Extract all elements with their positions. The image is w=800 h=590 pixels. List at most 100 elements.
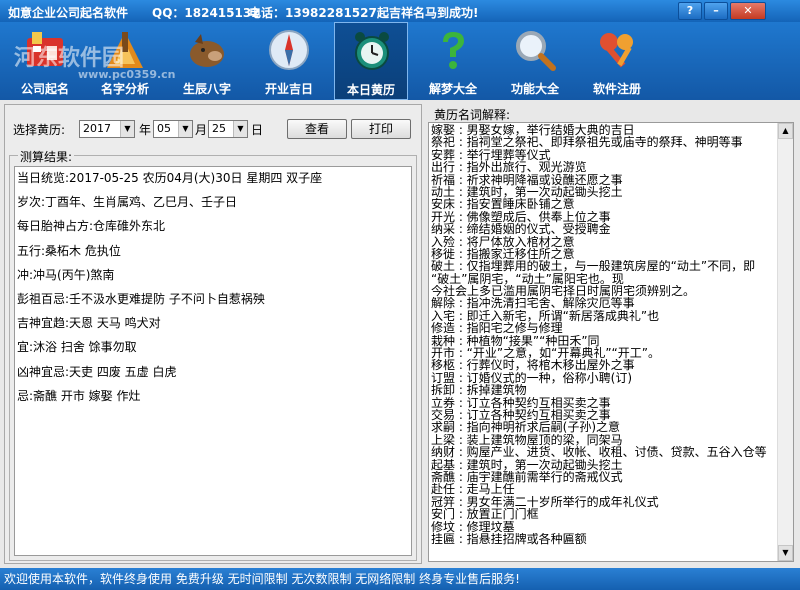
glossary-list: 嫁娶 : 男娶女嫁，举行结婚大典的吉日 祭祀 : 指祠堂之祭祀、即拜祭祖先或庙寺的…	[431, 124, 776, 545]
glossary-line: 安床 : 指安置睡床卧铺之意	[431, 198, 575, 211]
glossary-line: 挂匾 : 指悬挂招牌或各种匾额	[431, 532, 587, 546]
result-line: 当日统览:2017-05-25 农历04月(大)30日 星期四 双子座	[17, 171, 323, 185]
glossary-line: 移徙 : 指搬家迁移住所之意	[431, 247, 575, 261]
month-value: 05	[157, 122, 171, 135]
glossary-title: 黄历名词解释:	[434, 108, 511, 122]
keys-icon	[600, 33, 633, 68]
left-panel: 选择黄历: 2017 ▼ 年 05 ▼ 月 25 ▼ 日 查看 打印 测算结果:…	[4, 104, 422, 564]
tool-birth-chart[interactable]: 生辰八字	[170, 22, 244, 100]
main-toolbar: 公司起名 名字分析 生辰八字 开业吉日 本日黄历 解梦大全 功能大全 软件注册 …	[0, 22, 800, 100]
year-unit: 年	[139, 123, 152, 137]
magnifier-icon	[516, 31, 556, 71]
glossary-line: 移柩 : 行葬仪时，将棺木移出屋外之事	[431, 359, 635, 372]
day-select[interactable]: 25 ▼	[208, 120, 248, 138]
glossary-line: 赴任 : 走马上任	[431, 483, 515, 496]
help-icon: ?	[686, 4, 694, 17]
glossary-line: 求嗣 : 指向神明祈求后嗣(子孙)之意	[431, 421, 621, 434]
result-group: 测算结果: 当日统览:2017-05-25 农历04月(大)30日 星期四 双子…	[9, 148, 417, 561]
chevron-down-icon: ▼	[233, 121, 247, 137]
title-bar: 如意企业公司起名软件 QQ：182415132 电话：13982281527 起…	[0, 0, 800, 22]
glossary-line: 动土 : 建筑时，第一次动起锄头挖土	[431, 185, 623, 199]
view-button[interactable]: 查看	[287, 119, 347, 139]
glossary-line: 出行 : 指外出旅行、观光游览	[431, 161, 587, 174]
phone-contact: 电话：13982281527	[249, 6, 377, 20]
result-line: 每日胎神占方:仓库碓外东北	[17, 219, 166, 234]
month-select[interactable]: 05 ▼	[153, 120, 193, 138]
glossary-line: 纳采 : 缔结婚姻的仪式、受授聘金	[431, 223, 611, 236]
glossary-textbox[interactable]: 嫁娶 : 男娶女嫁，举行结婚大典的吉日 祭祀 : 指祠堂之祭祀、即拜祭祖先或庙寺的…	[428, 122, 794, 562]
glossary-line: 安葬 : 举行埋葬等仪式	[431, 148, 551, 162]
tool-opening-date[interactable]: 开业吉日	[252, 22, 326, 100]
tool-label: 软件注册	[592, 82, 641, 96]
result-line: 五行:桑柘木 危执位	[17, 243, 121, 258]
app-title: 如意企业公司起名软件	[8, 6, 129, 20]
main-area: 选择黄历: 2017 ▼ 年 05 ▼ 月 25 ▼ 日 查看 打印 测算结果:…	[0, 100, 800, 568]
minimize-button[interactable]: –	[704, 2, 728, 20]
glossary-line: 入殓 : 将尸体放入棺材之意	[431, 235, 575, 248]
glossary-line: 今社会上多已滥用属阴宅择日时属阴宅须辨别之。	[431, 285, 696, 298]
question-mark-icon	[443, 32, 464, 69]
result-line: 忌:斋醮 开市 嫁娶 作灶	[17, 388, 141, 403]
tool-label: 解梦大全	[428, 82, 477, 96]
scroll-up-button[interactable]: ▲	[778, 123, 793, 139]
close-icon: ✕	[743, 4, 753, 17]
tool-label: 开业吉日	[264, 82, 313, 96]
result-line: 宜:沐浴 扫舍 馀事勿取	[17, 340, 137, 355]
year-select[interactable]: 2017 ▼	[79, 120, 135, 138]
glossary-line: 修造 : 指阳宅之修与修理	[431, 322, 563, 335]
result-line: 岁次:丁酉年、生肖属鸡、乙巳月、壬子日	[17, 195, 238, 210]
tool-label: 生辰八字	[182, 82, 231, 96]
tool-daily-almanac[interactable]: 本日黄历	[334, 22, 408, 100]
slogan: 起吉祥名马到成功!	[377, 6, 479, 20]
glossary-line: 开光 : 佛像塑成后、供奉上位之事	[431, 210, 611, 224]
close-button[interactable]: ✕	[730, 2, 766, 20]
watermark-url: www.pc0359.cn	[78, 68, 176, 81]
glossary-line: 祈福 : 祈求神明降福或设醮还愿之事	[431, 173, 623, 186]
glossary-line: 祭祀 : 指祠堂之祭祀、即拜祭祖先或庙寺的祭拜、神明等事	[431, 136, 743, 149]
result-line: 凶神宜忌:天吏 四废 五虚 白虎	[17, 364, 177, 379]
scroll-down-button[interactable]: ▼	[778, 545, 793, 561]
result-line: 吉神宜趋:天恩 天马 鸣犬对	[17, 316, 161, 331]
print-button[interactable]: 打印	[351, 119, 411, 139]
glossary-line: 入宅 : 即迁入新宅，所谓“新居落成典礼”也	[431, 309, 660, 323]
glossary-line: 起基 : 建筑时，第一次动起锄头挖土	[431, 458, 623, 471]
glossary-line: 开市 : “开业”之意，如“开幕典礼”“开工”。	[431, 347, 660, 360]
glossary-line: 交易 : 订立各种契约互相买卖之事	[431, 408, 611, 422]
minimize-icon: –	[713, 4, 719, 17]
chevron-up-icon: ▲	[782, 126, 789, 135]
zodiac-boar-icon	[190, 34, 224, 67]
glossary-line: 栽种 : 种植物“接果”“种田禾”同	[431, 334, 600, 348]
month-unit: 月	[195, 123, 208, 137]
day-unit: 日	[251, 123, 264, 137]
glossary-line: 解除 : 指冲洗清扫宅舍、解除灾厄等事	[431, 297, 635, 310]
result-line: 冲:冲马(丙午)煞南	[17, 267, 115, 282]
glossary-line: 嫁娶 : 男娶女嫁，举行结婚大典的吉日	[431, 124, 635, 137]
glossary-line: 修坟 : 修理坟墓	[431, 520, 515, 533]
compass-icon	[269, 30, 309, 70]
chevron-down-icon: ▼	[120, 121, 134, 137]
chevron-down-icon: ▼	[782, 548, 789, 557]
tool-label: 公司起名	[20, 82, 69, 96]
glossary-line: 订盟 : 订婚仪式的一种，俗称小聘(订)	[431, 371, 633, 385]
tool-features[interactable]: 功能大全	[498, 22, 572, 100]
date-label: 选择黄历:	[13, 123, 66, 137]
glossary-line: 斋醮 : 庙宇建醮前需举行的斋戒仪式	[431, 470, 623, 484]
tool-label: 功能大全	[510, 82, 559, 96]
glossary-line: “破土”属阴宅，“动土”属阳宅也。现	[431, 272, 624, 286]
glossary-line: 上梁 : 装上建筑物屋顶的梁，同架马	[431, 433, 623, 447]
vertical-scrollbar[interactable]: ▲ ▼	[777, 123, 793, 561]
glossary-line: 立券 : 订立各种契约互相买卖之事	[431, 396, 611, 409]
glossary-line: 冠笄 : 男女年满二十岁所举行的成年礼仪式	[431, 495, 659, 509]
glossary-line: 纳财 : 购屋产业、进货、收帐、收租、讨债、贷款、五谷入仓等	[431, 446, 767, 459]
result-textbox[interactable]: 当日统览:2017-05-25 农历04月(大)30日 星期四 双子座 岁次:丁…	[14, 166, 412, 556]
qq-contact: QQ：182415132	[152, 6, 260, 20]
year-value: 2017	[83, 122, 111, 135]
result-title: 测算结果:	[18, 148, 75, 165]
glossary-line: 安门 : 放置正门门框	[431, 508, 539, 521]
tool-dream-interpretation[interactable]: 解梦大全	[416, 22, 490, 100]
alarm-clock-icon	[355, 32, 389, 70]
tool-register[interactable]: 软件注册	[580, 22, 654, 100]
result-line: 彭祖百忌:壬不汲水更难提防 子不问卜自惹祸殃	[17, 291, 265, 306]
tool-label: 本日黄历	[346, 83, 395, 97]
help-button[interactable]: ?	[678, 2, 702, 20]
